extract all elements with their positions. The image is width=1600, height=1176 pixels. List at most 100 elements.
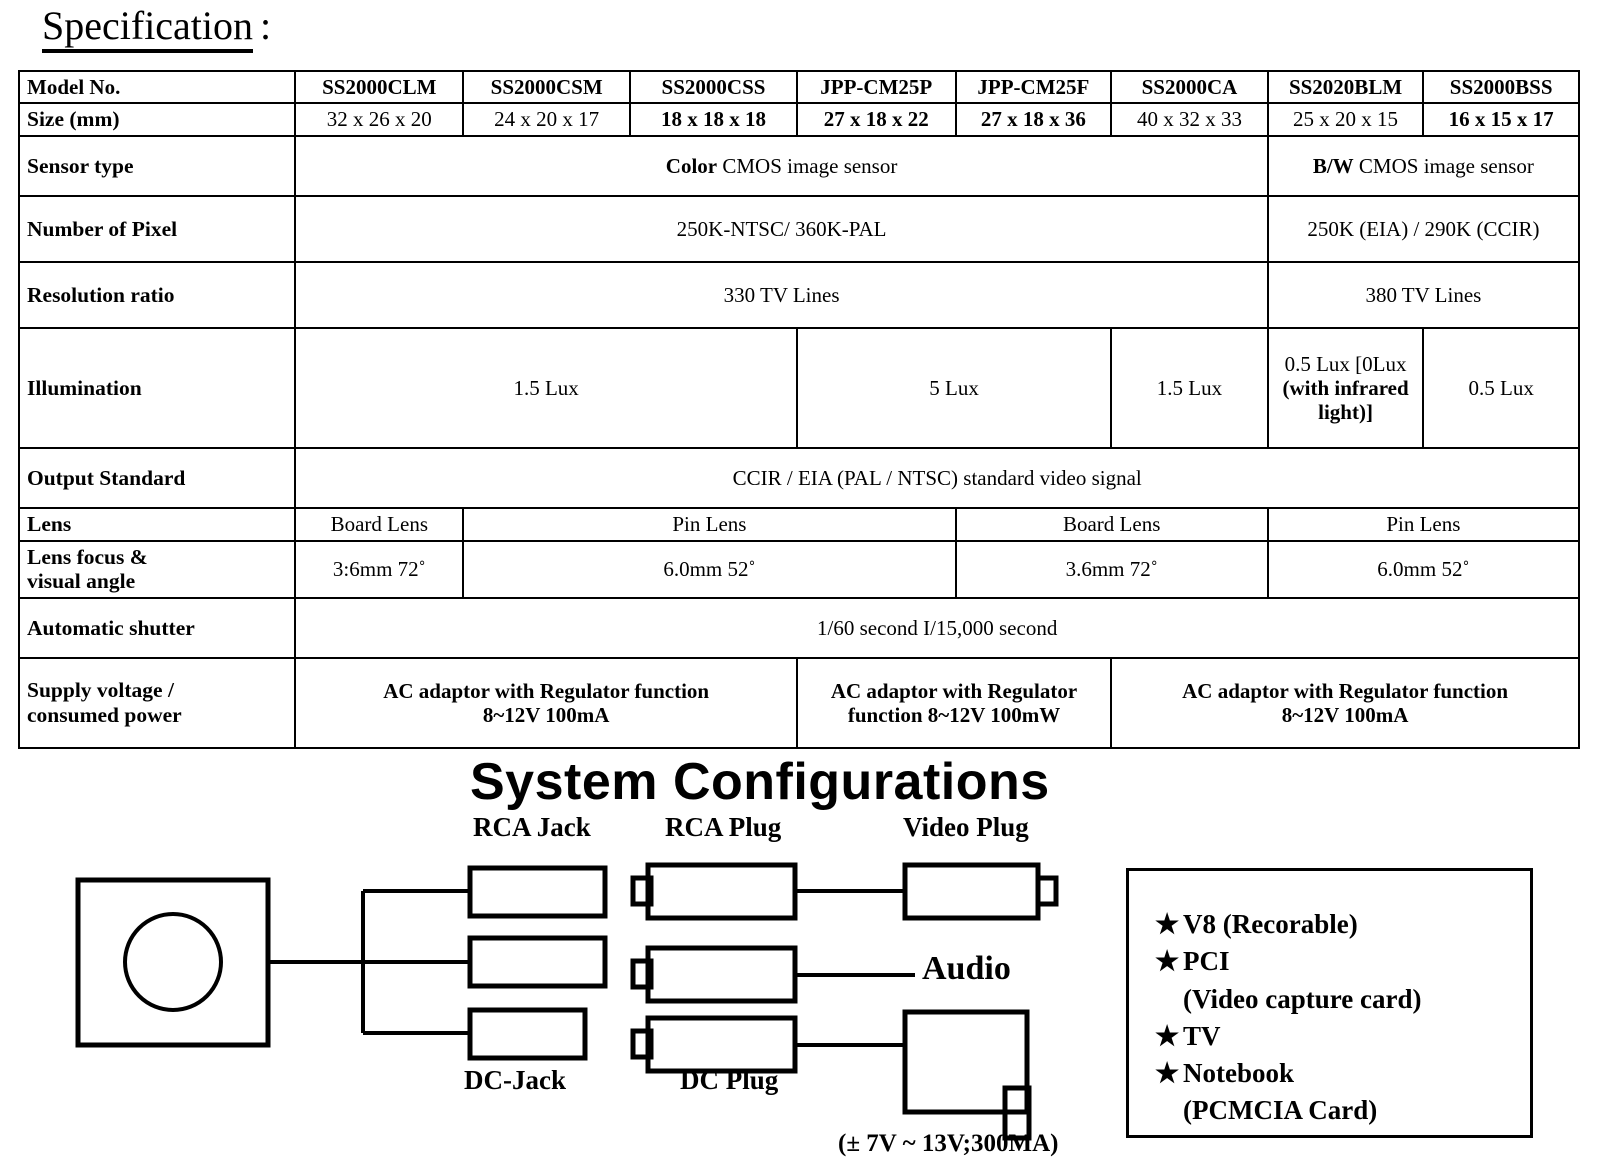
table-row-illumination: Illumination 1.5 Lux 5 Lux 1.5 Lux 0.5 L… <box>17 326 1580 449</box>
rca-jack-box-3 <box>467 1007 588 1061</box>
page-title: Specification: <box>42 2 272 53</box>
star-icon: ★ <box>1155 1058 1180 1088</box>
dc-power-block <box>902 1009 1030 1115</box>
row-label-resolution: Resolution ratio <box>17 260 297 329</box>
list-item: ★ PCI <box>1155 943 1525 980</box>
list-item: ★ TV <box>1155 1018 1525 1055</box>
sensor-bw-bold: B/W <box>1312 153 1354 178</box>
model-cell-3: JPP-CM25P <box>795 69 957 105</box>
row-label-supply: Supply voltage / consumed power <box>17 657 297 750</box>
table-row-lens-focus: Lens focus & visual angle 3:6mm 72˚ 6.0m… <box>17 539 1581 600</box>
size-cell-0: 32 x 26 x 20 <box>294 102 465 137</box>
lens-focus-1: 3:6mm 72˚ <box>294 539 465 600</box>
list-item: ★ V8 (Recorable) <box>1155 906 1525 943</box>
pixel-bw-cell: 250K (EIA) / 290K (CCIR) <box>1266 194 1581 263</box>
supply-group-2-line1: AC adaptor with Regulator <box>830 678 1078 703</box>
dc-plug-box <box>645 1015 798 1074</box>
list-item-label: TV <box>1183 1020 1221 1051</box>
page-title-word: Specification <box>42 3 254 53</box>
illumination-cell-0: 1.5 Lux <box>294 326 798 449</box>
rca-plug-box-1 <box>645 862 798 921</box>
lens-focus-3: 3.6mm 72˚ <box>954 539 1269 600</box>
illumination-cell-3: 0.5 Lux [0Lux (with infrared light)] <box>1266 326 1425 449</box>
row-label-sensor: Sensor type <box>17 134 297 197</box>
lens-focus-4: 6.0mm 52˚ <box>1266 539 1581 600</box>
row-label-lens-focus-line2: visual angle <box>27 569 136 594</box>
lens-focus-2: 6.0mm 52˚ <box>462 539 957 600</box>
label-audio: Audio <box>922 950 1011 987</box>
row-label-illumination: Illumination <box>17 326 297 449</box>
star-icon: ★ <box>1155 909 1180 939</box>
row-label-lens-focus: Lens focus & visual angle <box>17 539 297 600</box>
sensor-bw-rest: CMOS image sensor <box>1353 153 1534 178</box>
lens-board-1: Board Lens <box>294 506 465 542</box>
supply-group-2: AC adaptor with Regulator function 8~12V… <box>795 657 1113 750</box>
label-rca-jack: RCA Jack <box>473 812 591 842</box>
row-label-shutter: Automatic shutter <box>17 597 297 660</box>
row-label-output: Output Standard <box>17 446 297 509</box>
list-item: ★ Notebook <box>1155 1055 1525 1092</box>
resolution-color-cell: 330 TV Lines <box>294 260 1269 329</box>
table-row-size: Size (mm) 32 x 26 x 20 24 x 20 x 17 18 x… <box>17 102 1580 137</box>
table-row-pixel: Number of Pixel 250K-NTSC/ 360K-PAL 250K… <box>17 194 1581 263</box>
lens-board-2: Board Lens <box>954 506 1269 542</box>
model-cell-7: SS2000BSS <box>1422 69 1580 105</box>
model-cell-1: SS2000CSM <box>462 69 632 105</box>
supply-group-2-line2: function 8~12V 100mW <box>847 703 1061 728</box>
star-icon: ★ <box>1155 946 1180 977</box>
size-cell-3: 27 x 18 x 22 <box>795 102 957 137</box>
row-label-supply-line2: consumed power <box>27 703 182 728</box>
row-label-size: Size (mm) <box>17 102 297 137</box>
label-dc-plug: DC Plug <box>680 1065 779 1095</box>
video-plug-box <box>902 862 1041 921</box>
row-label-model: Model No. <box>17 69 297 105</box>
label-voltage-rating: (± 7V ~ 13V;300MA) <box>838 1130 1059 1157</box>
sensor-color-rest: CMOS image sensor <box>717 153 898 178</box>
video-plug-tip <box>1035 875 1059 907</box>
table-row-lens: Lens Board Lens Pin Lens Board Lens Pin … <box>17 506 1581 542</box>
shutter-value-cell: 1/60 second I/15,000 second <box>294 597 1580 660</box>
table-row-sensor: Sensor type Color CMOS image sensor B/W … <box>17 134 1581 197</box>
list-item-sublabel: (Video capture card) <box>1183 983 1422 1014</box>
camera-body-shape <box>75 877 271 1048</box>
supply-group-1-line2: 8~12V 100mA <box>482 703 610 728</box>
illumination-ir-line1: 0.5 Lux [0Lux <box>1284 351 1407 376</box>
row-label-pixel: Number of Pixel <box>17 194 297 263</box>
specification-table: Model No. SS2000CLM SS2000CSM SS2000CSS … <box>17 69 1581 750</box>
supply-group-3-line1: AC adaptor with Regulator function <box>1182 678 1509 703</box>
size-cell-6: 25 x 20 x 15 <box>1266 102 1425 137</box>
system-configurations-heading: System Configurations <box>470 753 1050 811</box>
table-row-model: Model No. SS2000CLM SS2000CSM SS2000CSS … <box>17 69 1580 105</box>
supply-group-3: AC adaptor with Regulator function 8~12V… <box>1110 657 1580 750</box>
output-standard-cell: CCIR / EIA (PAL / NTSC) standard video s… <box>294 446 1580 509</box>
lens-pin-1: Pin Lens <box>462 506 957 542</box>
camera-lens-shape <box>123 912 223 1012</box>
model-cell-4: JPP-CM25F <box>954 69 1113 105</box>
size-cell-1: 24 x 20 x 17 <box>462 102 632 137</box>
label-rca-plug: RCA Plug <box>665 812 782 842</box>
table-row-shutter: Automatic shutter 1/60 second I/15,000 s… <box>17 597 1580 660</box>
resolution-bw-cell: 380 TV Lines <box>1266 260 1581 329</box>
illumination-cell-4: 0.5 Lux <box>1422 326 1580 449</box>
row-label-lens: Lens <box>17 506 297 542</box>
illumination-ir-line2: (with infrared <box>1282 375 1409 400</box>
compatible-devices-list: ★ V8 (Recorable) ★ PCI (Video capture card… <box>1155 906 1525 1130</box>
table-row-supply: Supply voltage / consumed power AC adapt… <box>17 657 1580 750</box>
sensor-bw-cell: B/W CMOS image sensor <box>1266 134 1581 197</box>
page-title-colon: : <box>260 3 272 48</box>
list-item-sublabel: (PCMCIA Card) <box>1183 1095 1378 1126</box>
pixel-color-cell: 250K-NTSC/ 360K-PAL <box>294 194 1269 263</box>
list-item-label: PCI <box>1183 946 1230 977</box>
rca-plug-box-2 <box>645 945 798 1004</box>
supply-group-3-line2: 8~12V 100mA <box>1281 703 1409 728</box>
row-label-supply-line1: Supply voltage / <box>27 678 174 703</box>
label-video-plug: Video Plug <box>903 812 1029 842</box>
list-item-label: Notebook <box>1183 1058 1295 1088</box>
model-cell-0: SS2000CLM <box>294 69 465 105</box>
rca-jack-box-1 <box>467 865 608 919</box>
sensor-color-bold: Color <box>665 153 718 178</box>
illumination-cell-2: 1.5 Lux <box>1110 326 1269 449</box>
size-cell-2: 18 x 18 x 18 <box>629 102 798 137</box>
sensor-color-cell: Color CMOS image sensor <box>294 134 1269 197</box>
illumination-cell-1: 5 Lux <box>795 326 1113 449</box>
